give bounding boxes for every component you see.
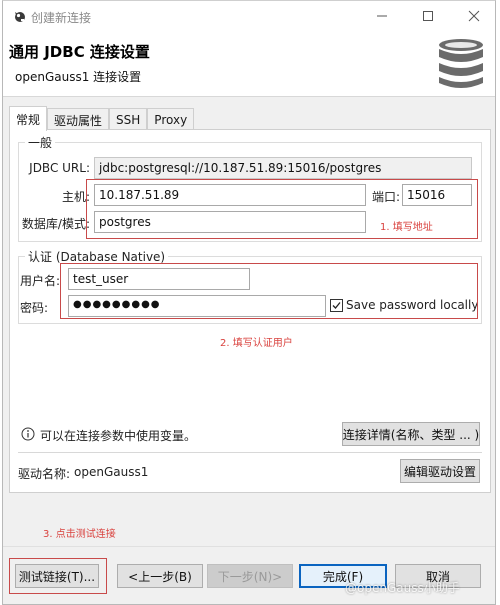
close-button[interactable] (451, 1, 497, 31)
jdbc-url-label: JDBC URL: (29, 161, 90, 175)
port-label: 端口: (371, 190, 400, 204)
save-password-checkbox[interactable] (330, 299, 343, 312)
wizard-header: 通用 JDBC 连接设置 openGauss1 连接设置 (3, 31, 495, 97)
database-icon (439, 39, 483, 88)
username-field[interactable]: test_user (68, 268, 250, 290)
edit-driver-settings-button[interactable]: 编辑驱动设置 (400, 459, 480, 483)
variables-hint: 可以在连接参数中使用变量。 (40, 429, 197, 443)
maximize-icon (423, 11, 433, 21)
next-button[interactable]: 下一步(N)> (207, 564, 293, 588)
driver-name-label: 驱动名称: (18, 467, 71, 481)
driver-name-value: openGauss1 (74, 465, 149, 479)
test-connection-button[interactable]: 测试链接(T)... (15, 564, 99, 588)
page-subtitle: openGauss1 连接设置 (15, 70, 142, 84)
tab-ssh[interactable]: SSH (109, 108, 148, 131)
annotation-step1: 1. 填写地址 (380, 222, 433, 233)
footer-separator (3, 546, 495, 547)
close-icon (468, 10, 480, 22)
password-field[interactable]: ●●●●●●●●● (68, 295, 326, 317)
watermark: @openGauss小助手 (345, 581, 460, 595)
window-title: 创建新连接 (31, 11, 92, 25)
port-field[interactable]: 15016 (402, 184, 472, 206)
new-connection-dialog: 创建新连接 通用 JDBC 连接设置 openGauss1 连接设置 常规 驱动… (2, 0, 496, 605)
jdbc-url-field[interactable]: jdbc:postgresql://10.187.51.89:15016/pos… (94, 157, 472, 179)
save-password-label[interactable]: Save password locally (346, 298, 478, 312)
username-label: 用户名: (20, 274, 61, 288)
host-label: 主机: (61, 190, 90, 204)
password-label: 密码: (20, 301, 49, 315)
minimize-button[interactable] (359, 1, 405, 31)
tab-bar: 常规 驱动属性 SSH Proxy (9, 106, 195, 131)
maximize-button[interactable] (405, 1, 451, 31)
dbeaver-beaver-icon (15, 12, 25, 22)
host-field[interactable]: 10.187.51.89 (94, 184, 366, 206)
tab-panel-general: 一般 JDBC URL: jdbc:postgresql://10.187.51… (9, 129, 491, 493)
back-button[interactable]: <上一步(B) (117, 564, 203, 588)
tab-proxy[interactable]: Proxy (147, 108, 195, 131)
tab-general[interactable]: 常规 (9, 106, 48, 131)
info-icon (21, 427, 35, 441)
tab-driver-properties[interactable]: 驱动属性 (47, 108, 110, 131)
separator (18, 452, 482, 453)
title-bar: 创建新连接 (3, 1, 495, 31)
database-label: 数据库/模式: (21, 217, 90, 231)
general-group-legend: 一般 (28, 136, 53, 150)
annotation-step2: 2. 填写认证用户 (220, 338, 293, 349)
checkmark-icon (332, 302, 341, 309)
annotation-step3: 3. 点击测试连接 (43, 529, 116, 540)
database-field[interactable]: postgres (94, 211, 366, 233)
minimize-icon (377, 15, 387, 17)
connection-details-button[interactable]: 连接详情(名称、类型 ... ) (342, 422, 480, 446)
page-title: 通用 JDBC 连接设置 (9, 43, 150, 61)
auth-group-legend: 认证 (Database Native) (28, 250, 166, 264)
